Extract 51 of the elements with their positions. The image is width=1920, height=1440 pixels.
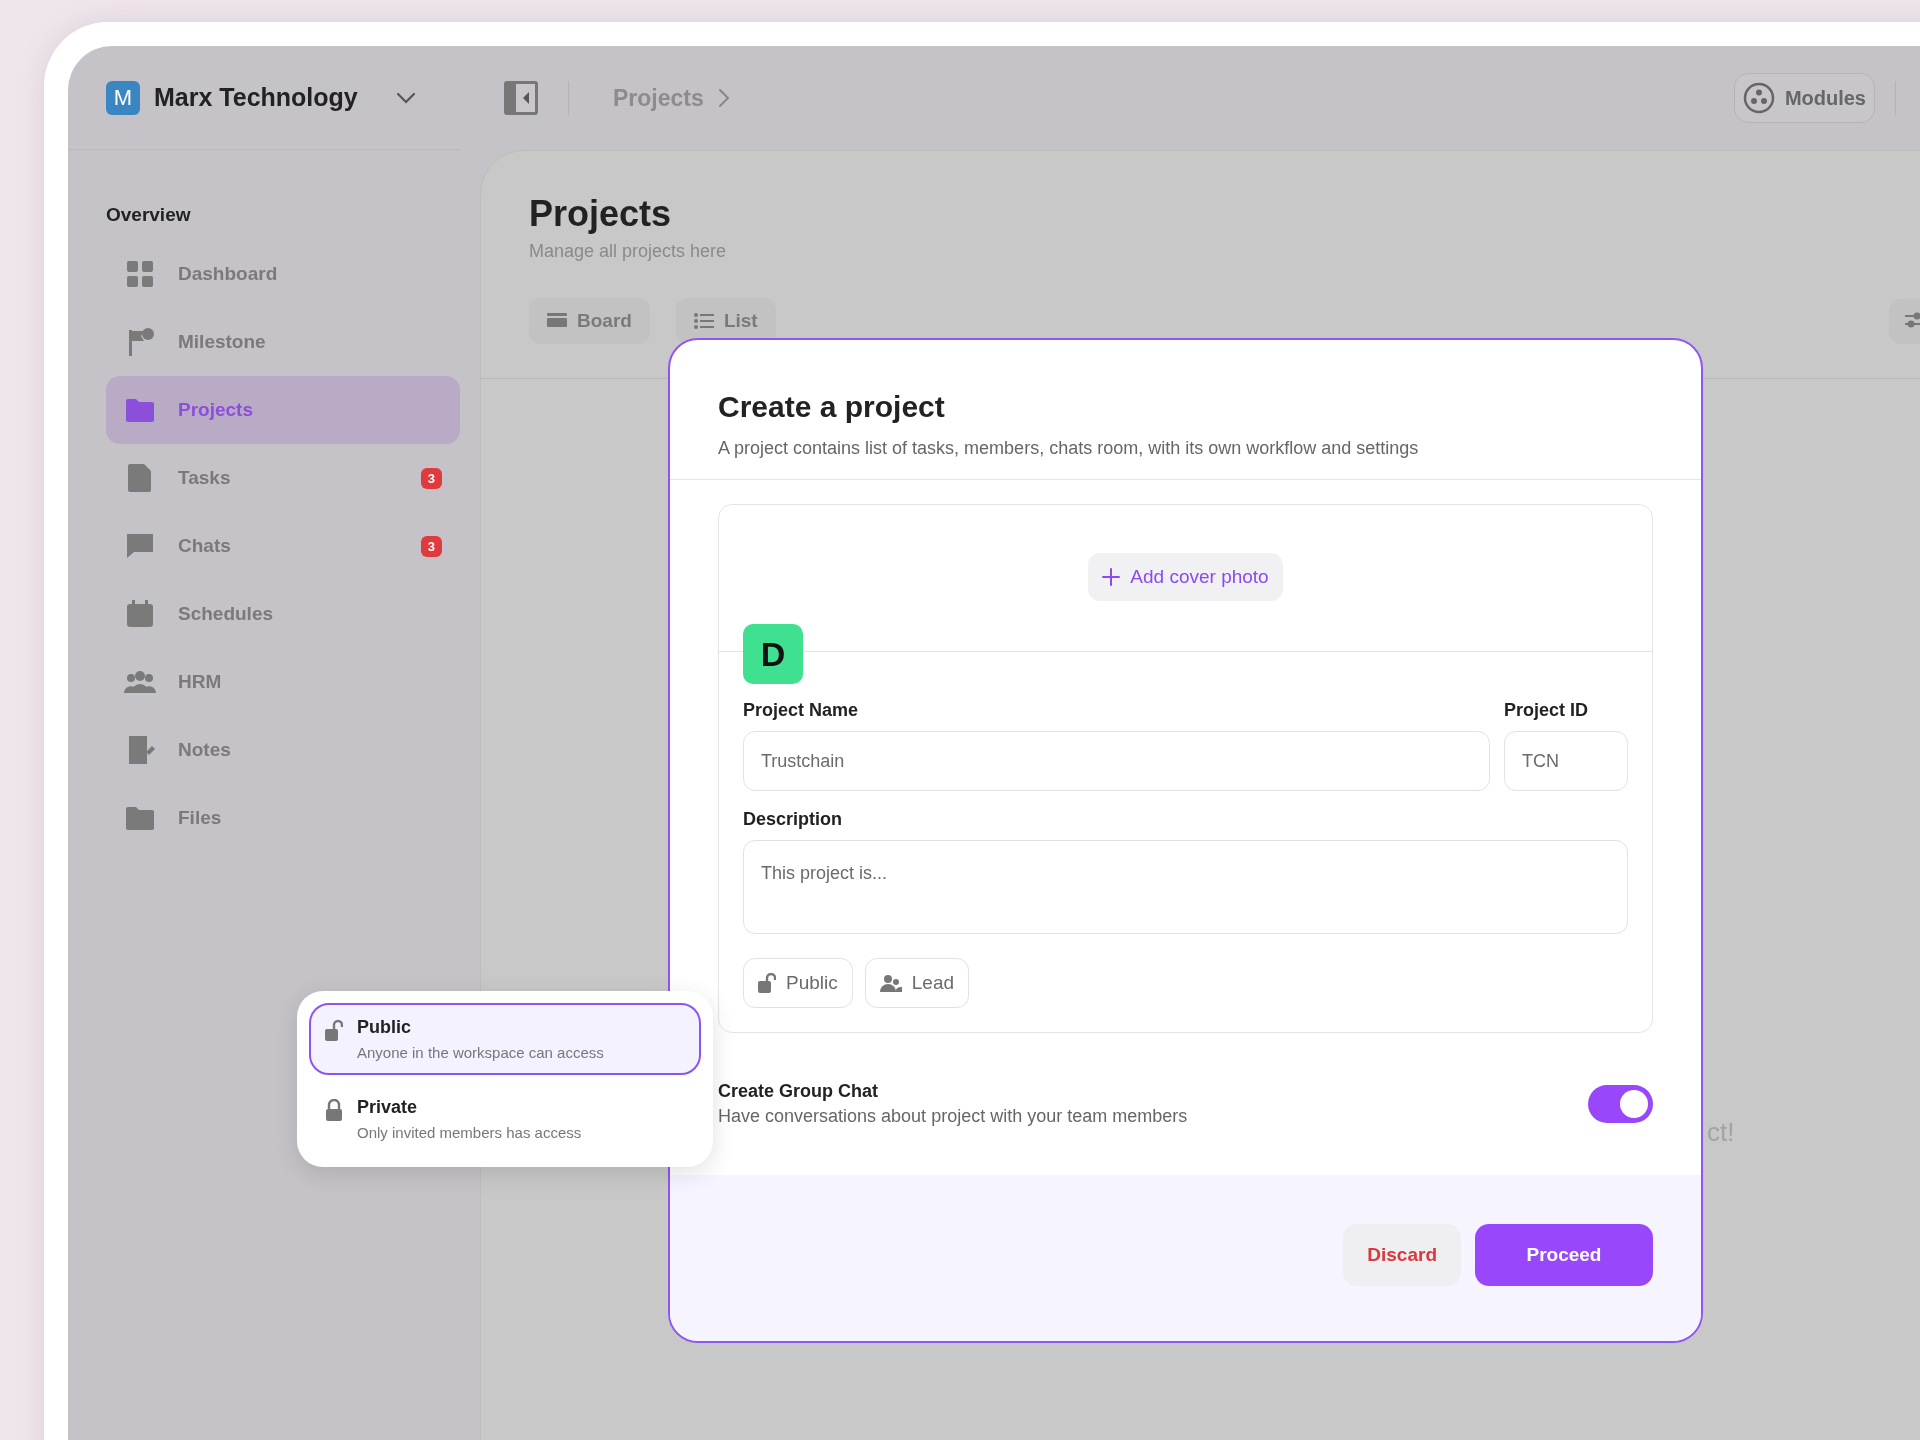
people-icon	[879, 974, 902, 992]
description-field[interactable]: This project is...	[743, 840, 1628, 934]
project-id-field[interactable]: TCN	[1504, 731, 1628, 791]
visibility-chip[interactable]: Public	[743, 958, 853, 1008]
modules-icon	[1742, 82, 1775, 114]
view-tab[interactable]: Board	[529, 298, 650, 344]
unlocked-icon	[758, 973, 776, 993]
board-icon	[547, 313, 567, 329]
sidebar-item[interactable]: HRM	[106, 648, 460, 716]
project-name-field[interactable]: Trustchain	[743, 731, 1490, 791]
workspace-name[interactable]: Marx Technology	[154, 83, 382, 112]
plus-icon	[1102, 568, 1121, 586]
grid-icon	[124, 258, 156, 290]
modules-button[interactable]: Modules	[1733, 73, 1875, 123]
sidebar-item[interactable]: Schedules	[106, 580, 460, 648]
sidebar-item[interactable]: Files	[106, 784, 460, 852]
chevron-down-icon[interactable]	[396, 91, 416, 104]
sidebar-item[interactable]: Tasks 3	[106, 444, 460, 512]
visibility-option[interactable]: Public Anyone in the workspace can access	[309, 1003, 701, 1075]
count-badge: 3	[420, 535, 442, 557]
setting-description: Have conversations about project with your team members	[718, 1106, 1189, 1127]
proceed-button[interactable]: Proceed	[1475, 1224, 1653, 1286]
project-avatar: D	[743, 624, 803, 684]
field-label: Project ID	[1504, 700, 1590, 721]
sidebar-item[interactable]: Chats 3	[106, 512, 460, 580]
calendar-icon	[124, 598, 156, 630]
sidebar-item[interactable]: Notes	[106, 716, 460, 784]
sliders-icon	[1903, 310, 1920, 329]
dialog-title: Create a project	[718, 390, 946, 424]
discard-button[interactable]: Discard	[1343, 1224, 1461, 1286]
list-icon	[693, 313, 714, 329]
dialog-subtitle: A project contains list of tasks, members, chats room, with its own workflow and settings	[718, 438, 1420, 459]
section-heading: Overview	[106, 204, 192, 226]
sidebar-toggle-icon[interactable]	[502, 79, 540, 117]
count-badge: 3	[420, 467, 442, 489]
workspace-logo: M	[106, 80, 140, 115]
sidebar-item[interactable]: Milestone	[106, 308, 460, 376]
field-label: Project Name	[743, 700, 860, 721]
page-subtitle: Manage all projects here	[529, 241, 728, 262]
field-label: Description	[743, 809, 844, 830]
add-cover-button[interactable]: Add cover photo	[1088, 553, 1283, 601]
lock-icon	[325, 1099, 343, 1121]
sidebar-item[interactable]: Dashboard	[106, 240, 460, 308]
chevron-right-icon	[717, 88, 730, 108]
visibility-option[interactable]: Private Only invited members has access	[309, 1083, 701, 1155]
sidebar-item[interactable]: Projects	[106, 376, 460, 444]
setting-title: Create Group Chat	[718, 1081, 880, 1102]
page-title: Projects	[529, 193, 673, 235]
lead-chip[interactable]: Lead	[864, 958, 970, 1008]
unlocked-icon	[325, 1019, 343, 1041]
group-chat-toggle[interactable]	[1588, 1085, 1653, 1123]
